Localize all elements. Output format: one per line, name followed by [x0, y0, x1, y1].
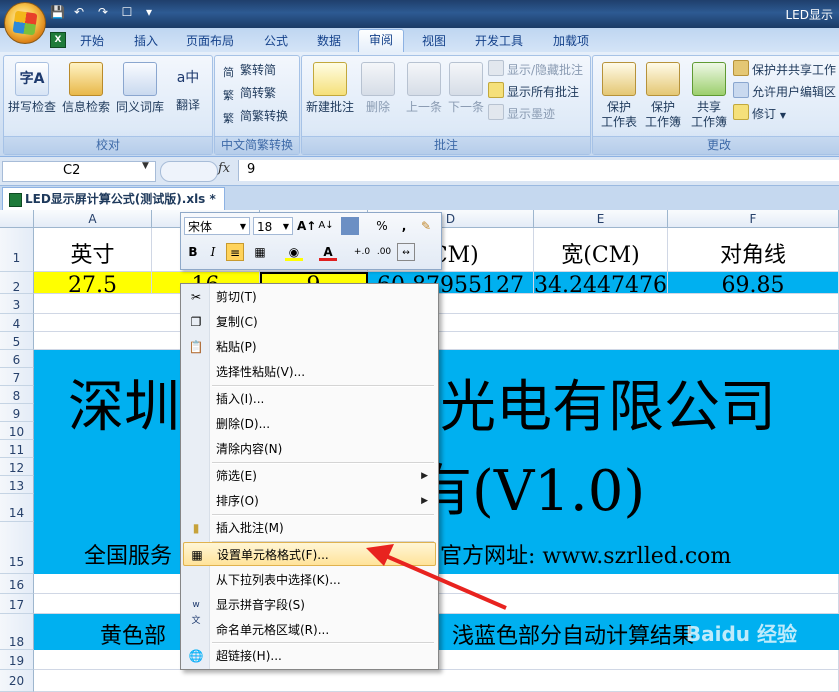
annotation-arrow	[366, 544, 507, 610]
arrow-shaft	[385, 554, 507, 610]
arrow-head	[366, 544, 394, 566]
